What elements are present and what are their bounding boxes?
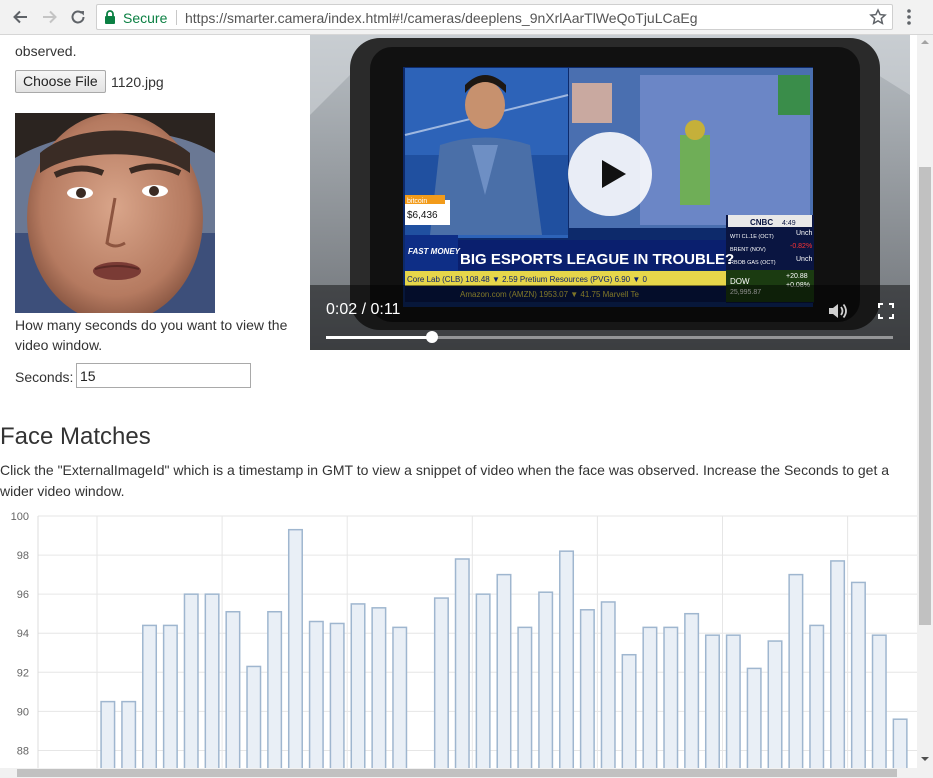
video-oil-1: WTI CL.1E (OCT) [730,234,774,240]
play-icon [602,160,626,188]
video-progress-bar[interactable] [326,331,893,343]
chart-bar [830,560,846,768]
video-progress-handle[interactable] [426,331,439,343]
reload-icon[interactable] [68,7,88,27]
fullscreen-icon[interactable] [878,303,894,324]
choose-file-button[interactable]: Choose File [15,70,106,93]
video-time: 0:02 / 0:11 [326,301,401,318]
chart-bar [246,665,262,768]
chart-bar [287,528,303,768]
chart-bar [871,634,887,768]
video-oil-2: BRENT (NOV) [730,247,766,253]
chart-bar [892,718,908,768]
scroll-down-arrow-icon[interactable] [917,752,933,766]
y-tick-label: 92 [17,667,29,679]
y-tick-label: 88 [17,745,29,757]
chart-bar [204,593,220,768]
chart-bar [308,620,324,768]
chart-bar [183,593,199,768]
y-tick-label: 94 [17,628,29,640]
scrollbar-corner [917,768,933,778]
chart-bar [517,626,533,768]
y-tick-label: 100 [11,511,29,523]
chart-bar [496,573,512,768]
video-unch-2: Unch [796,256,812,263]
seconds-question: How many seconds do you want to view the… [15,317,288,353]
chart-bar [704,634,720,768]
y-tick-label: 90 [17,706,29,718]
chart-bar [559,550,575,768]
chart-bar [100,700,116,768]
uploaded-face-image [15,113,215,313]
chart-bar [725,634,741,768]
forward-arrow-icon[interactable] [40,7,60,27]
vertical-scrollbar[interactable] [917,35,933,768]
observed-text: observed. [15,43,77,59]
scroll-up-arrow-icon[interactable] [917,35,933,49]
chart-bar [371,607,387,768]
chart-bar [579,609,595,768]
chart-bar [142,624,158,768]
face-match-chart: 88 90 92 94 96 98 100 [11,511,917,768]
volume-icon[interactable] [827,301,849,326]
video-dow-change: +20.88 [786,273,808,280]
chart-bar [746,667,762,768]
back-arrow-icon[interactable] [10,7,30,27]
chart-bar [788,573,804,768]
chart-bar [225,610,241,768]
play-button[interactable] [568,132,652,216]
video-fast-money: FAST MONEY [408,247,461,256]
video-player[interactable]: BIG ESPORTS LEAGUE IN TROUBLE? bitcoin $… [310,35,910,350]
face-matches-description: Click the "ExternalImageId" which is a t… [0,462,890,499]
horizontal-scrollbar-thumb[interactable] [17,769,897,777]
selected-file-name: 1120.jpg [111,74,164,90]
video-bitcoin-label: bitcoin [407,198,427,205]
omnibox-divider [176,10,177,25]
bookmark-star-icon[interactable] [869,8,887,31]
chart-bar [767,640,783,768]
chart-bar [684,612,700,768]
vertical-scrollbar-thumb[interactable] [919,167,931,625]
chart-bar [642,626,658,768]
chart-bar [475,593,491,768]
url-text[interactable]: https://smarter.camera/index.html#!/came… [185,10,698,26]
secure-label: Secure [123,10,168,26]
horizontal-scrollbar[interactable] [0,768,917,778]
video-bitcoin-price: $6,436 [407,210,438,221]
page-content: observed. Choose File 1120.jpg How many … [0,35,917,768]
lock-icon [104,10,116,29]
video-unch-1: Unch [796,230,812,237]
chart-bar [600,601,616,768]
chart-bar [621,653,637,768]
browser-toolbar: Secure https://smarter.camera/index.html… [0,0,933,35]
video-clock: 4:49 [782,220,796,227]
video-dow: DOW [730,277,750,286]
chart-bar [267,610,283,768]
video-headline: BIG ESPORTS LEAGUE IN TROUBLE? [460,251,734,268]
chart-bar [538,591,554,768]
video-network-logo: CNBC [750,218,773,227]
chart-bar [392,626,408,768]
kebab-menu-icon[interactable] [906,8,912,31]
chart-bar [350,603,366,768]
chart-bar [433,597,449,768]
video-pct: -0.82% [790,243,812,250]
seconds-label: Seconds: [15,369,74,385]
chart-bar [663,626,679,768]
address-bar[interactable]: Secure https://smarter.camera/index.html… [96,4,893,30]
chart-bar [121,700,137,768]
chart-bar [809,624,825,768]
video-oil-3: RBOB GAS (OCT) [730,260,776,266]
video-progress-fill [326,336,433,339]
chart-bar [162,624,178,768]
y-tick-label: 98 [17,550,29,562]
chart-bar [850,581,866,768]
face-matches-title: Face Matches [0,423,151,450]
chart-bar [329,622,345,768]
video-ticker: Core Lab (CLB) 108.48 ▼ 2.59 Pretium Res… [407,275,647,284]
chart-bar [454,558,470,768]
seconds-input[interactable] [76,363,251,388]
y-tick-label: 96 [17,589,29,601]
